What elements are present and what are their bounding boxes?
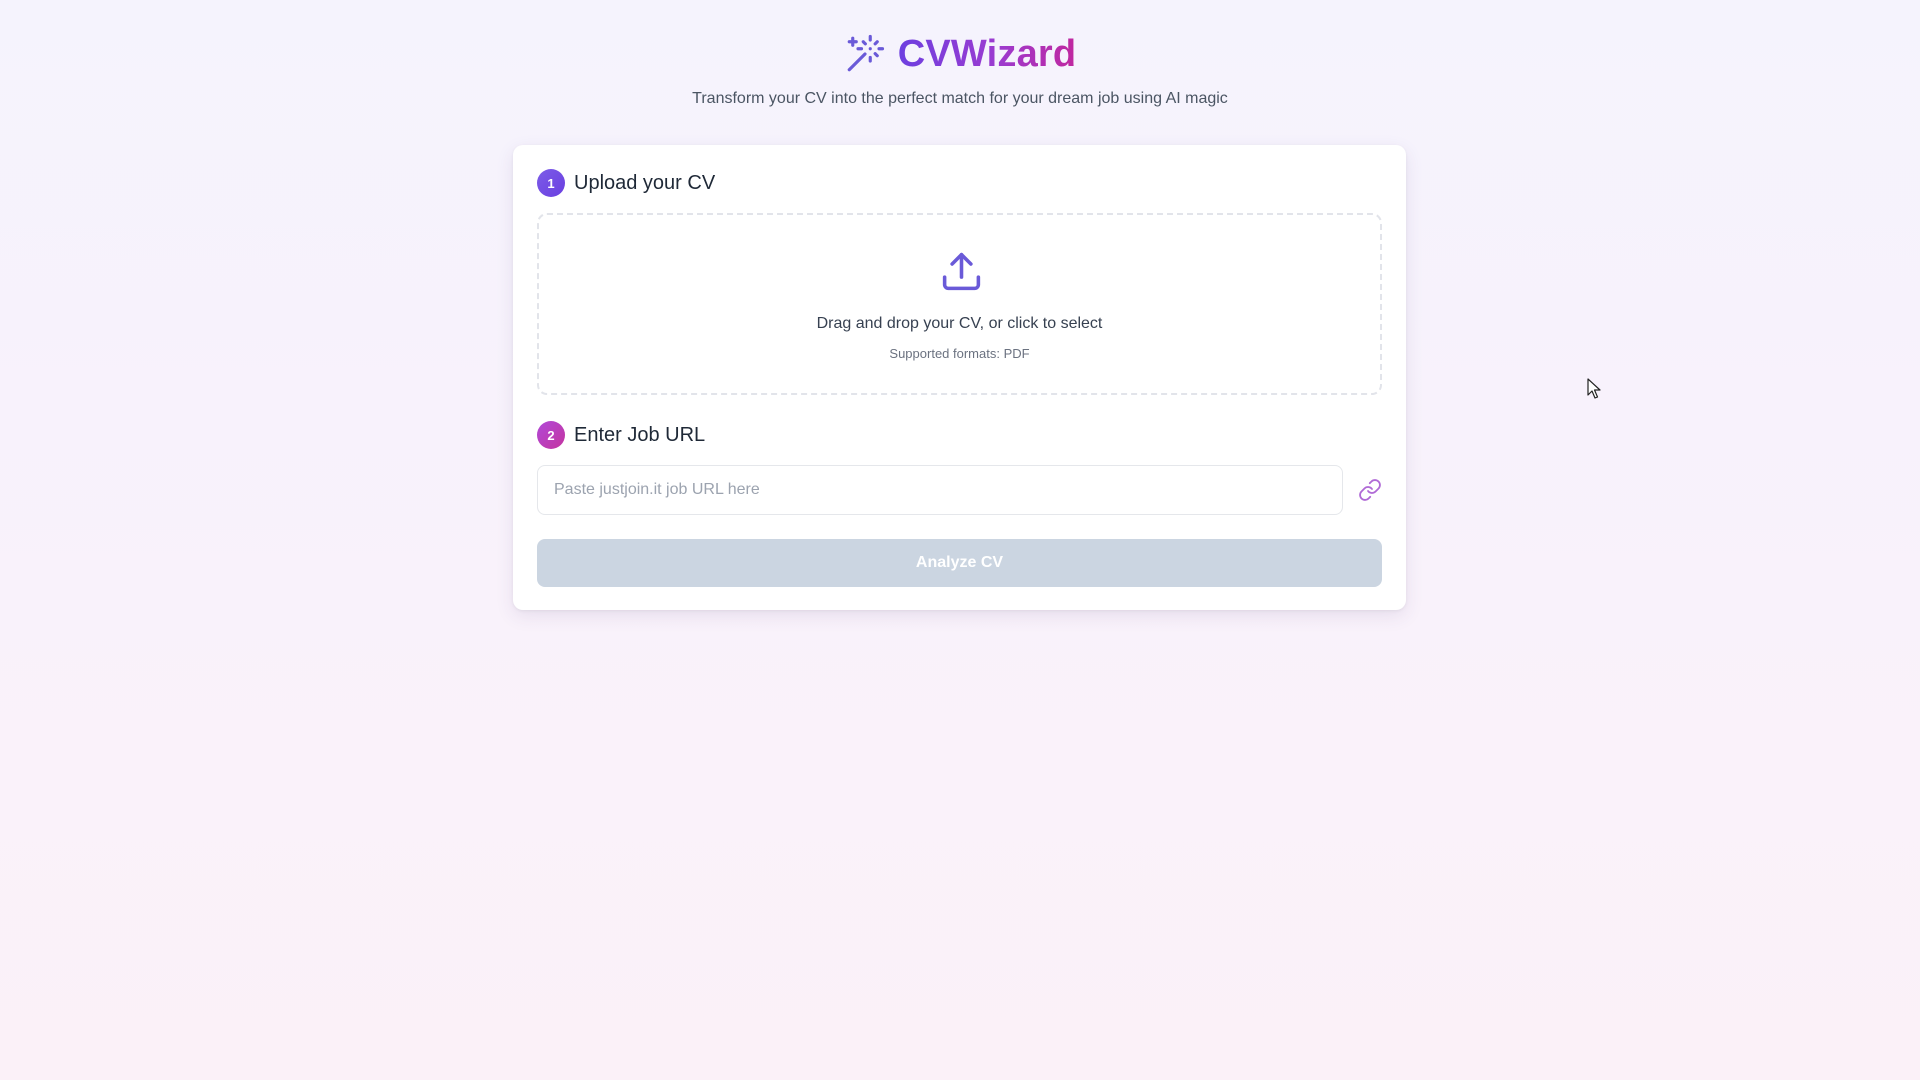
job-url-input[interactable] [537,465,1343,515]
analyze-cv-button[interactable]: Analyze CV [537,539,1382,587]
step-url-header: 2 Enter Job URL [537,421,705,449]
dropzone-prompt: Drag and drop your CV, or click to selec… [816,315,1103,332]
app-title: CVWizard [898,28,1077,80]
step-title: Enter Job URL [574,424,706,446]
supported-formats: Supported formats: PDF [889,346,1030,361]
step-upload-header: 1 Upload your CV [537,169,715,197]
step-title: Upload your CV [574,172,716,194]
app-subtitle: Transform your CV into the perfect match… [692,90,1228,107]
step-number-badge: 1 [537,169,565,197]
cv-dropzone[interactable]: Drag and drop your CV, or click to selec… [537,213,1382,395]
magic-wand-icon [844,33,886,75]
upload-icon [939,249,984,294]
main-card: 1 Upload your CV Drag and drop your CV, … [513,145,1406,610]
step-number-badge: 2 [537,421,565,449]
mouse-cursor-icon [1587,378,1603,400]
link-icon[interactable] [1358,478,1382,502]
brand: CVWizard [0,28,1920,80]
